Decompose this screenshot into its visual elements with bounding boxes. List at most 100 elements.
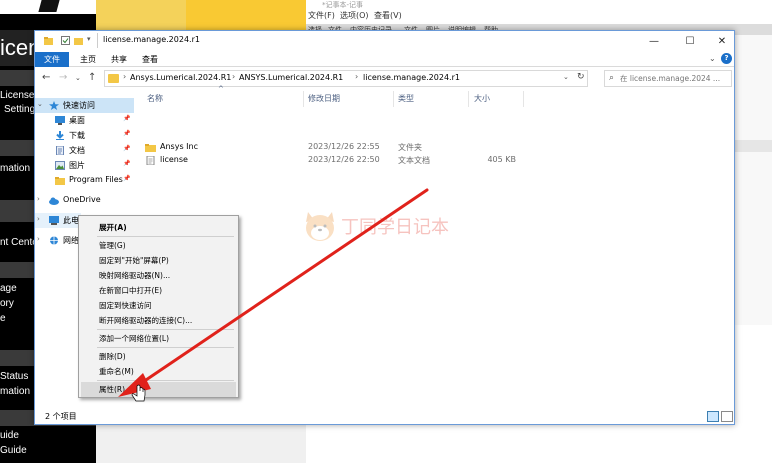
back-button[interactable]: ← — [42, 72, 50, 83]
pin-icon: 📌 — [123, 175, 131, 182]
minimize-button[interactable]: — — [638, 31, 670, 52]
navigation-bar: ← → ⌄ ↑ › Ansys.Lumerical.2024.R1 › ANSY… — [35, 67, 734, 91]
pin-icon: 📌 — [123, 130, 131, 137]
notepad-side-panel — [734, 35, 772, 325]
background-menu-item: Guide — [0, 445, 27, 456]
menu-item-map-network-drive[interactable]: 映射网络驱动器(N)... — [81, 268, 236, 283]
file-type: 文件夹 — [398, 143, 422, 152]
menu-item-pin-quick-access[interactable]: 固定到快速访问 — [81, 298, 236, 313]
refresh-icon[interactable]: ↻ — [577, 72, 585, 82]
expand-icon[interactable]: › — [37, 235, 40, 243]
nav-item-desktop[interactable]: 桌面 📌 — [35, 113, 134, 128]
address-bar[interactable]: › Ansys.Lumerical.2024.R1 › ANSYS.Lumeri… — [104, 70, 588, 87]
menu-item-add-network-location[interactable]: 添加一个网络位置(L) — [81, 331, 236, 346]
nav-item-pictures[interactable]: 图片 📌 — [35, 158, 134, 173]
column-divider[interactable] — [393, 91, 394, 107]
menu-item-label: 属性(R) — [99, 385, 126, 394]
nav-item-quick-access[interactable]: ⌄ 快速访问 — [35, 98, 134, 113]
menu-item-pin-to-start[interactable]: 固定到"开始"屏幕(P) — [81, 253, 236, 268]
expand-icon[interactable]: › — [37, 195, 40, 203]
tab-view[interactable]: 查看 — [137, 52, 163, 67]
menu-item-label: 管理(G) — [99, 241, 126, 250]
nav-item-label: 下载 — [69, 131, 85, 140]
table-row[interactable]: license 2023/12/26 22:50 文本文档 405 KB — [138, 154, 734, 167]
menu-item-open-new-window[interactable]: 在新窗口中打开(E) — [81, 283, 236, 298]
search-input[interactable] — [620, 72, 730, 85]
nav-item-downloads[interactable]: 下载 📌 — [35, 128, 134, 143]
file-type: 文本文档 — [398, 156, 430, 165]
close-button[interactable]: ✕ — [706, 31, 738, 52]
menu-separator — [97, 236, 234, 237]
menu-item-label: 删除(D) — [99, 352, 126, 361]
menu-item-manage[interactable]: 管理(G) — [81, 238, 236, 253]
notepad-menu-file[interactable]: 文件(F) — [308, 10, 335, 21]
file-date: 2023/12/26 22:50 — [308, 155, 380, 164]
maximize-button[interactable]: ☐ — [674, 31, 706, 52]
file-size: 405 KB — [487, 155, 516, 164]
network-icon — [50, 236, 58, 245]
ribbon-tabs: 文件 主页 共享 查看 ⌄ ? — [35, 52, 734, 67]
details-view-button[interactable] — [707, 411, 719, 422]
title-bar[interactable]: ▾ license.manage.2024.r1 — ☐ ✕ — [35, 31, 734, 52]
column-header-date[interactable]: 修改日期 — [308, 93, 340, 104]
notepad-menu-view[interactable]: 查看(V) — [374, 10, 402, 21]
search-box[interactable]: ⌕ — [604, 70, 732, 87]
menu-item-label: 展开(A) — [99, 223, 127, 232]
column-divider[interactable] — [523, 91, 524, 107]
tab-home[interactable]: 主页 — [75, 52, 101, 67]
nav-item-program-files[interactable]: Program Files 📌 — [35, 173, 134, 188]
breadcrumb-item[interactable]: license.manage.2024.r1 — [363, 73, 460, 82]
expand-icon[interactable]: › — [37, 215, 40, 223]
nav-item-documents[interactable]: 文档 📌 — [35, 143, 134, 158]
breadcrumb-item[interactable]: ANSYS.Lumerical.2024.R1 — [239, 73, 343, 82]
watermark-text: 丁同学日记本 — [341, 217, 449, 238]
address-dropdown-icon[interactable]: ⌄ — [563, 73, 569, 81]
up-button[interactable]: ↑ — [88, 72, 96, 83]
tab-share[interactable]: 共享 — [106, 52, 132, 67]
context-menu: 展开(A) 管理(G) 固定到"开始"屏幕(P) 映射网络驱动器(N)... 在… — [78, 215, 239, 398]
tab-file[interactable]: 文件 — [35, 52, 69, 67]
search-icon: ⌕ — [609, 73, 615, 83]
nav-item-label: 图片 — [69, 161, 85, 170]
column-header-name[interactable]: 名称 — [147, 93, 163, 104]
large-icons-view-button[interactable] — [721, 411, 733, 422]
watermark: 丁同学日记本 — [303, 208, 473, 244]
item-count: 2 个项目 — [45, 412, 77, 421]
notepad-menubar: 文件(F) 选项(O) 查看(V) — [306, 9, 772, 21]
column-divider[interactable] — [468, 91, 469, 107]
menu-item-disconnect-network-drive[interactable]: 断开网络驱动器的连接(C)... — [81, 313, 236, 328]
nav-item-network[interactable]: › 网络 — [35, 233, 81, 248]
properties-icon[interactable] — [61, 36, 70, 45]
cloud-icon — [49, 197, 59, 205]
nav-item-this-pc[interactable]: › 此电脑 — [35, 213, 87, 228]
ribbon-expand-icon[interactable]: ⌄ — [709, 54, 716, 63]
column-divider[interactable] — [303, 91, 304, 107]
desktop-icon — [55, 116, 65, 125]
star-icon — [49, 101, 59, 110]
recent-locations-icon[interactable]: ⌄ — [75, 74, 81, 82]
menu-item-rename[interactable]: 重命名(M) — [81, 364, 236, 379]
forward-button[interactable]: → — [59, 72, 67, 83]
menu-item-label: 固定到快速访问 — [99, 301, 152, 310]
background-logo — [0, 0, 96, 14]
pin-icon: 📌 — [123, 145, 131, 152]
breadcrumb-item[interactable]: Ansys.Lumerical.2024.R1 — [130, 73, 231, 82]
help-icon[interactable]: ? — [721, 53, 732, 64]
menu-item-label: 添加一个网络位置(L) — [99, 334, 170, 343]
menu-item-properties[interactable]: 属性(R) — [81, 382, 236, 397]
column-header-size[interactable]: 大小 — [474, 93, 490, 104]
column-header-type[interactable]: 类型 — [398, 93, 414, 104]
table-row[interactable]: Ansys Inc 2023/12/26 22:55 文件夹 — [138, 141, 734, 154]
quick-access-dropdown-icon[interactable]: ▾ — [87, 35, 91, 43]
new-folder-icon[interactable] — [74, 36, 83, 45]
picture-icon — [55, 161, 65, 170]
collapse-icon[interactable]: ⌄ — [37, 100, 43, 108]
menu-item-label: 映射网络驱动器(N)... — [99, 271, 171, 280]
menu-item-delete[interactable]: 删除(D) — [81, 349, 236, 364]
folder-icon — [55, 177, 65, 185]
notepad-menu-options[interactable]: 选项(O) — [340, 10, 369, 21]
nav-item-onedrive[interactable]: › OneDrive — [35, 193, 134, 208]
shiba-dog-logo — [306, 212, 334, 241]
nav-item-label: 网络 — [63, 236, 79, 245]
menu-item-expand[interactable]: 展开(A) — [81, 220, 236, 235]
